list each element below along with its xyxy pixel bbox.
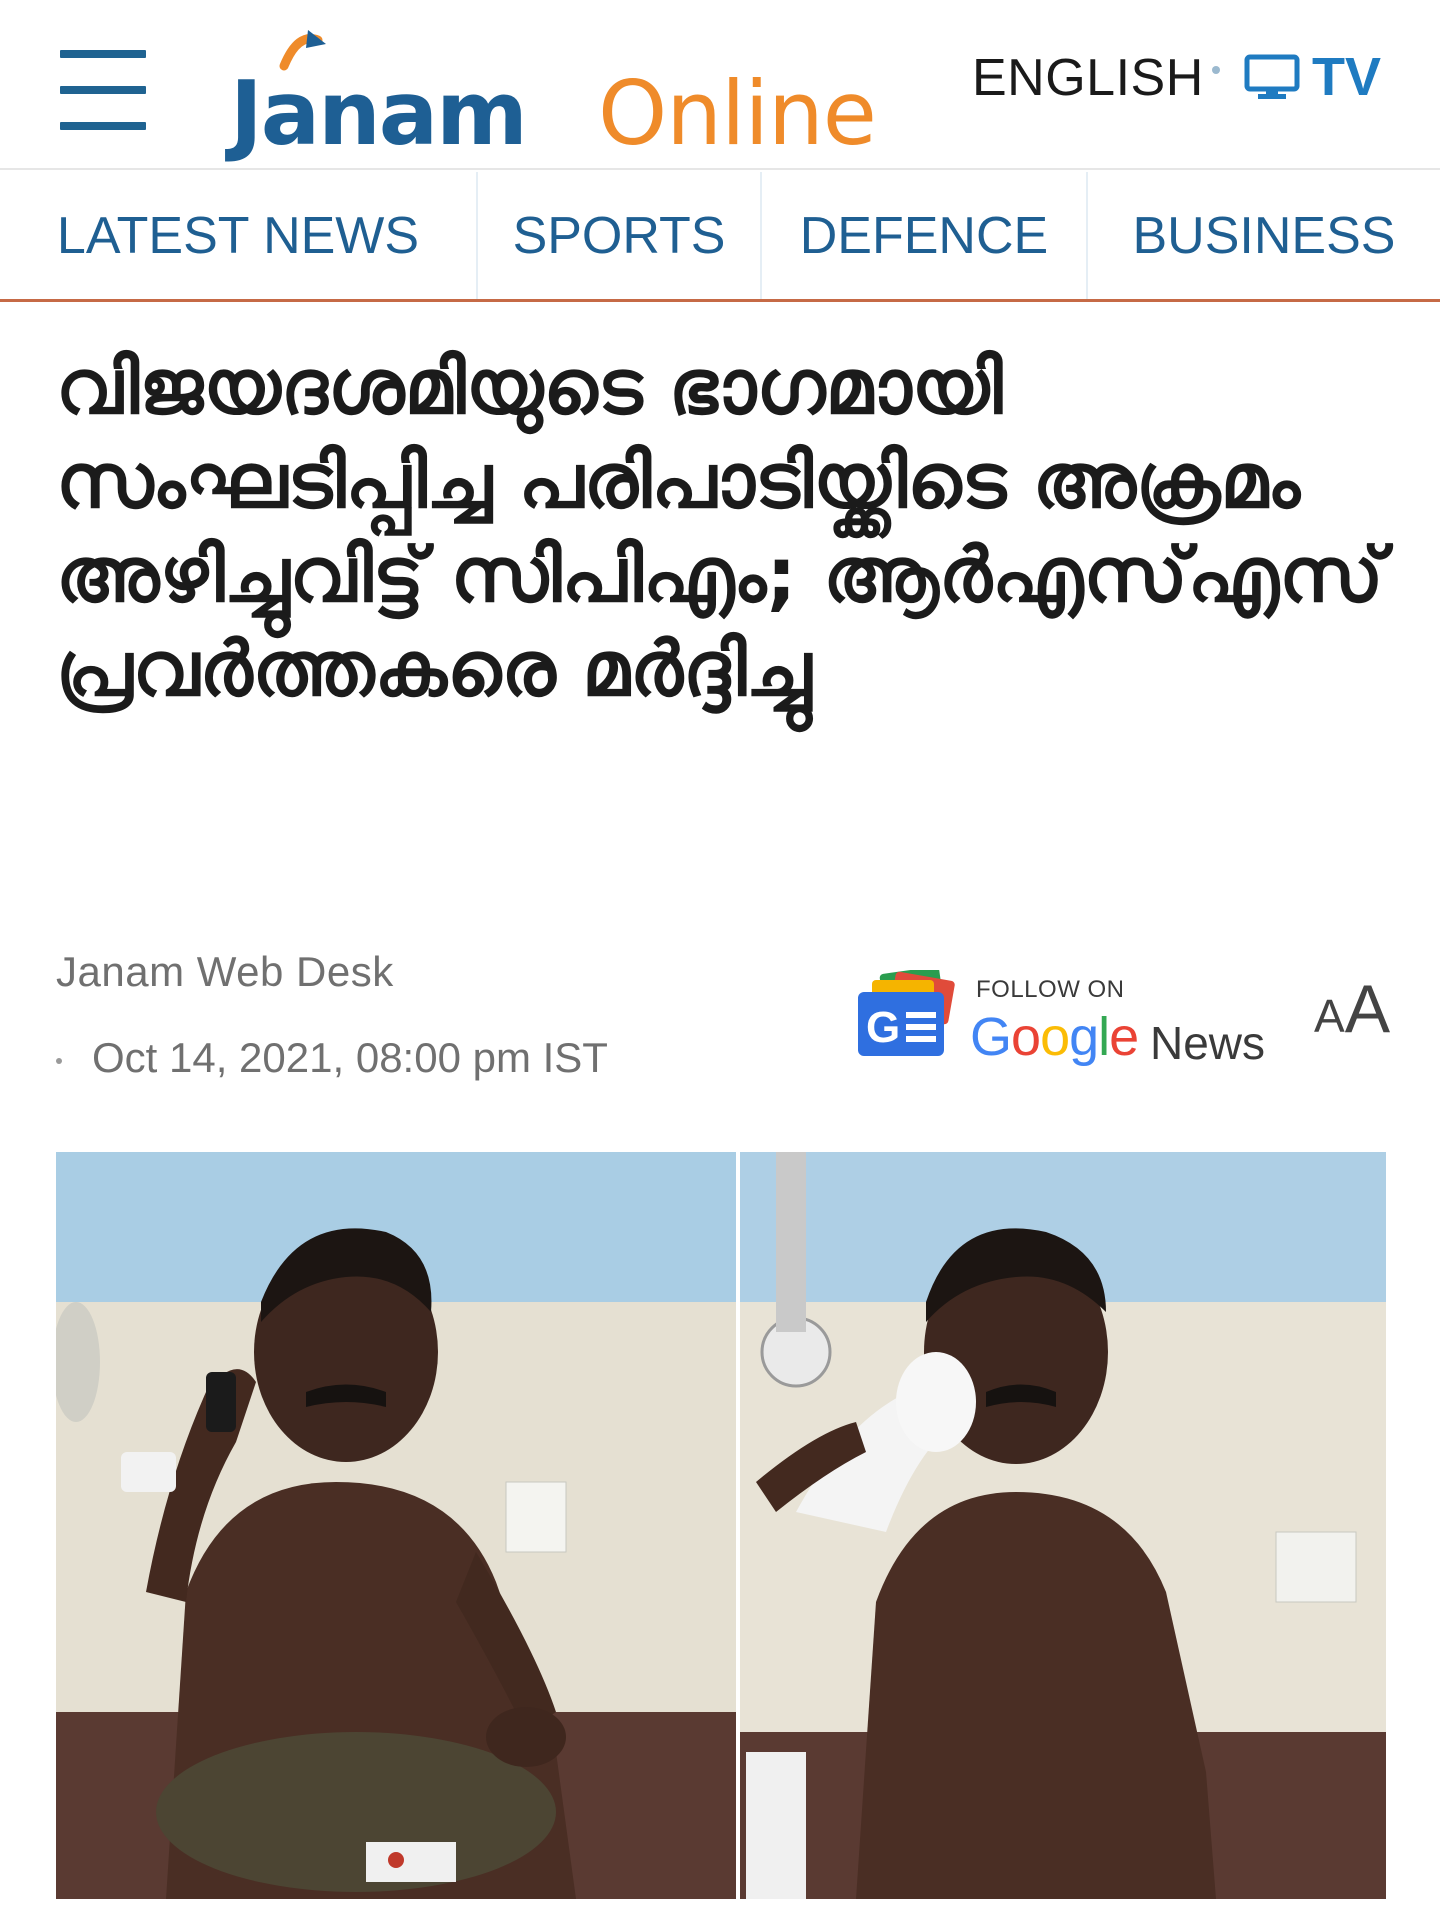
follow-google-news-button[interactable]: G FOLLOW ON Google News (856, 966, 1276, 1076)
logo-secondary-text: Online (598, 62, 877, 165)
logo-primary-text: Janam (230, 62, 528, 165)
font-size-large-label: A (1344, 971, 1391, 1047)
font-size-small-label: A (1314, 990, 1345, 1042)
date-bullet (56, 1057, 62, 1064)
google-news-icon: G (858, 970, 955, 1056)
nav-item-business[interactable]: BUSINESS (1088, 172, 1440, 299)
tv-monitor-icon (1244, 54, 1300, 99)
site-header: Janam Online ENGLISH TV (0, 0, 1440, 170)
svg-text:G: G (866, 1003, 900, 1052)
google-wordmark: Google (970, 1007, 1139, 1067)
tv-label: TV (1312, 47, 1382, 107)
article-title: വിജയദശമിയുടെ ഭാഗമായി സംഘടിപ്പിച്ച പരിപാട… (56, 342, 1384, 713)
separator-dot (1212, 66, 1220, 74)
site-logo[interactable]: Janam Online (226, 22, 877, 165)
article-photo (56, 1152, 1386, 1899)
main-nav: LATEST NEWS SPORTS DEFENCE BUSINESS (0, 172, 1440, 302)
english-language-link[interactable]: ENGLISH (972, 48, 1204, 108)
hamburger-menu-icon[interactable] (60, 50, 146, 130)
font-size-toggle[interactable]: AA (1314, 970, 1390, 1050)
nav-item-defence[interactable]: DEFENCE (762, 172, 1088, 299)
photo-left-panel (56, 1152, 736, 1899)
news-label: News (1150, 1017, 1266, 1069)
article-author[interactable]: Janam Web Desk (56, 948, 394, 996)
article-date-row: Oct 14, 2021, 08:00 pm IST (56, 1034, 608, 1082)
article-date: Oct 14, 2021, 08:00 pm IST (92, 1034, 608, 1081)
nav-item-latest-news[interactable]: LATEST NEWS (0, 172, 478, 299)
follow-on-label: FOLLOW ON (976, 976, 1125, 1003)
photo-right-panel (740, 1152, 1386, 1899)
nav-item-sports[interactable]: SPORTS (478, 172, 762, 299)
